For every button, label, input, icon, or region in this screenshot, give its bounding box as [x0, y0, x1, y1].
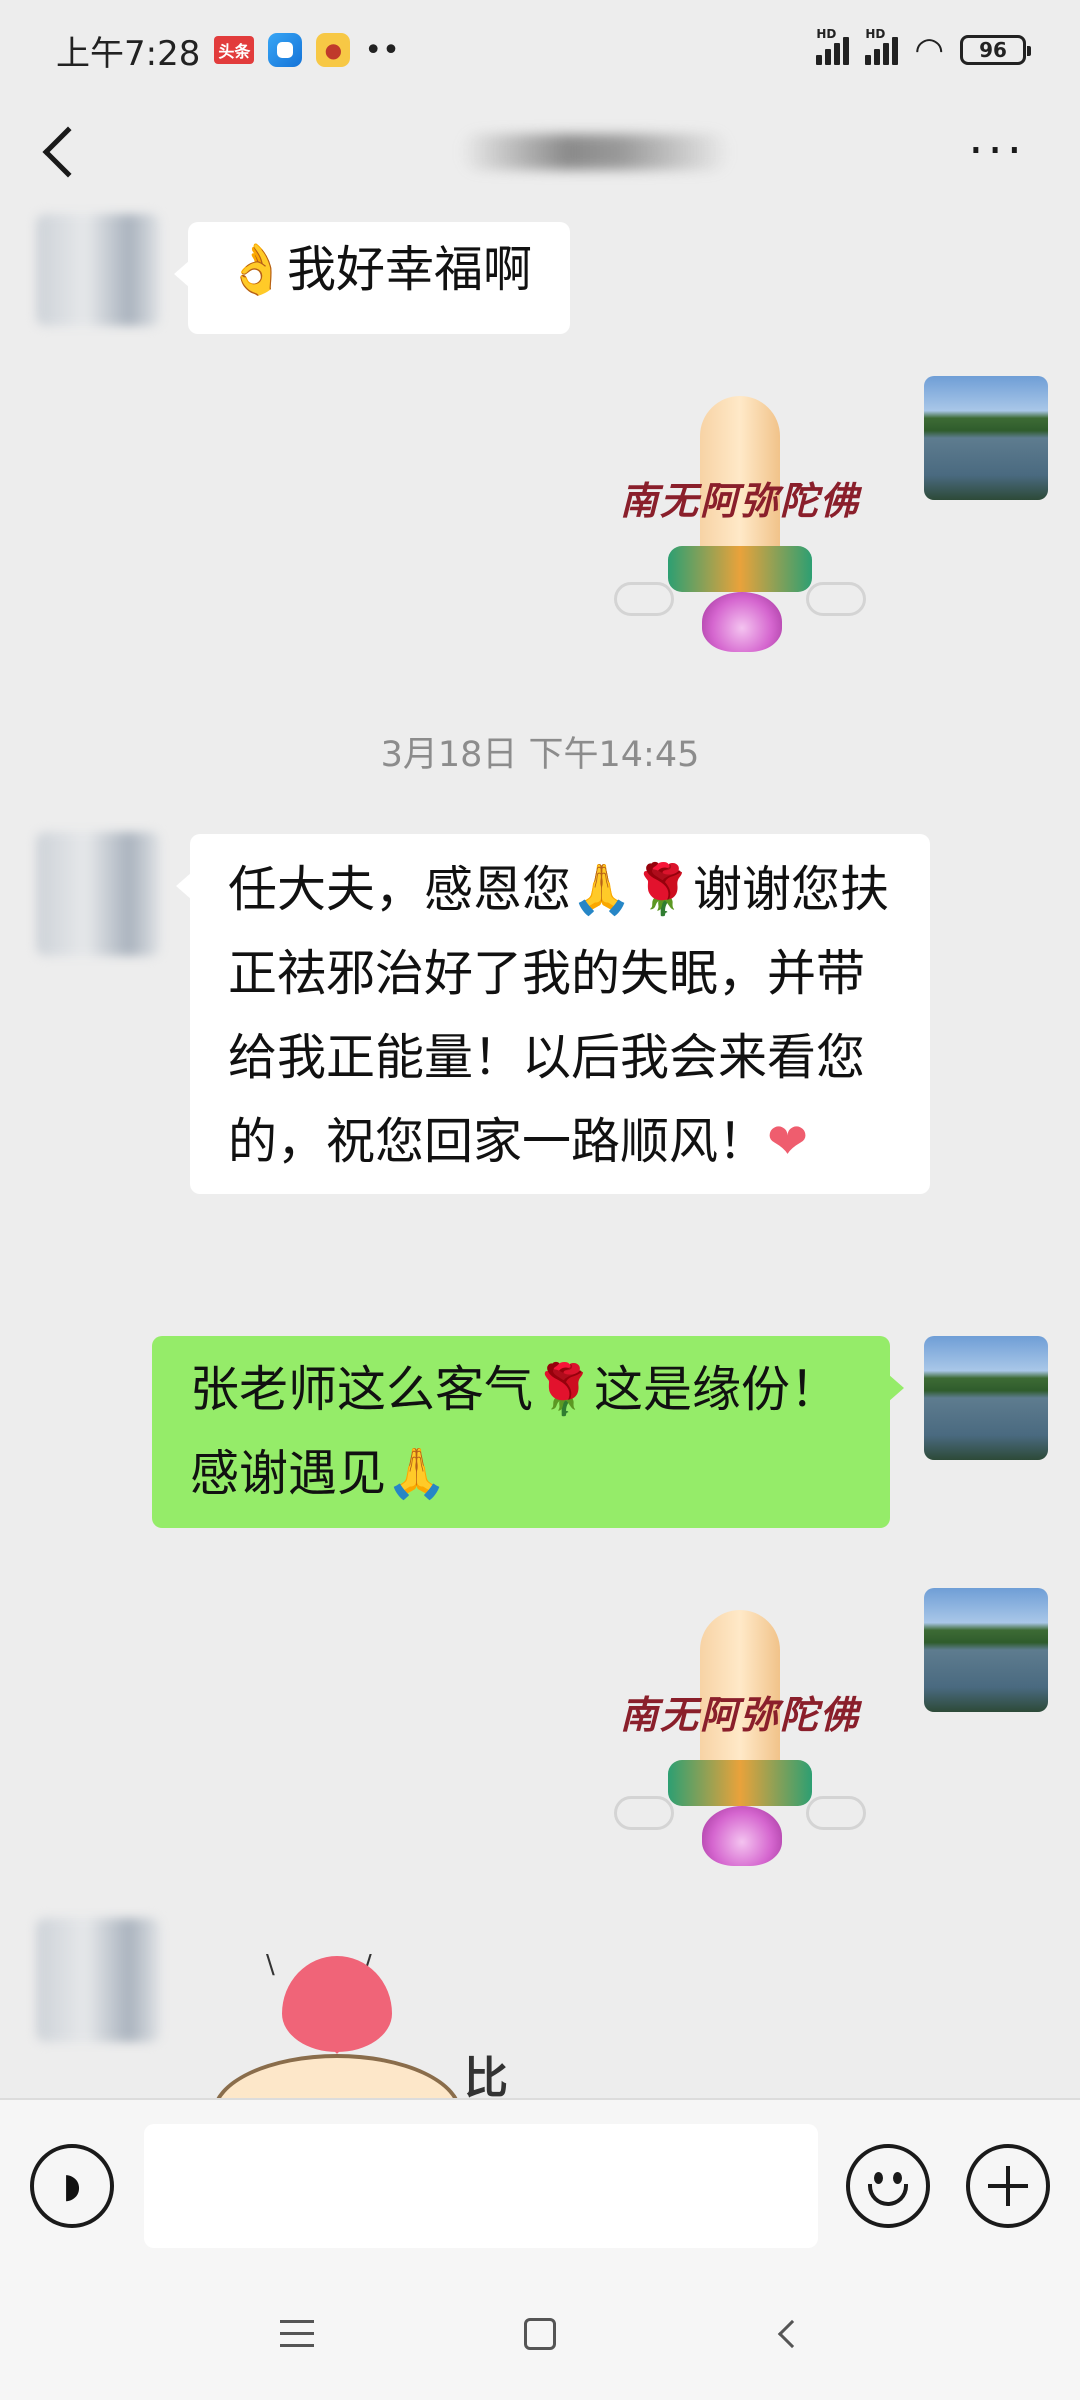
signal-icon: HD [816, 27, 850, 65]
nav-back-icon[interactable] [777, 2319, 807, 2349]
title-bar: ··· [0, 100, 1080, 204]
nav-home-icon[interactable] [524, 2318, 556, 2350]
chat-title-blurred [460, 134, 730, 170]
sticker-caption: 比 [464, 2053, 508, 2100]
heart-emoji: ❤ [767, 1113, 809, 1170]
wifi-icon: ◠ [914, 30, 944, 70]
pig-heart-sticker[interactable]: \ / 比 [196, 1930, 526, 2100]
pig-icon [212, 2054, 462, 2100]
avatar-self[interactable] [924, 1336, 1048, 1460]
message-bubble-outgoing[interactable]: 张老师这么客气🌹这是缘份！感谢遇见🙏 [152, 1336, 904, 1528]
prayer-sticker[interactable]: 南无阿弥陀佛 [610, 1600, 870, 1900]
avatar-self[interactable] [924, 376, 1048, 500]
message-input[interactable] [144, 2124, 818, 2248]
sleeves-decoration [668, 546, 812, 592]
lotus-icon [702, 592, 782, 652]
sleeves-decoration [668, 1760, 812, 1806]
more-icon[interactable]: ··· [968, 127, 1026, 175]
battery-level: 96 [979, 38, 1007, 62]
pray-emoji: 🙏 [386, 1445, 448, 1502]
avatar-contact[interactable] [36, 832, 160, 956]
cloud-icon [806, 582, 866, 616]
status-left: 上午7:28 头条 ● •• [56, 26, 400, 75]
status-right: HD HD ◠ 96 [816, 27, 1031, 70]
weibo-icon: ● [316, 33, 351, 67]
avatar-self[interactable] [924, 1588, 1048, 1712]
sticker-caption: 南无阿弥陀佛 [619, 478, 860, 523]
emoji-icon[interactable] [846, 2144, 930, 2228]
cloud-icon [614, 582, 674, 616]
avatar-contact[interactable] [36, 214, 160, 326]
app-notification-icon [268, 33, 303, 67]
rose-emoji: 🌹 [533, 1361, 595, 1418]
lotus-icon [702, 1806, 782, 1866]
prayer-sticker[interactable]: 南无阿弥陀佛 [610, 386, 870, 686]
input-bar: ◗ [0, 2098, 1080, 2276]
message-text: 我好幸福啊 [287, 241, 533, 298]
system-nav-bar [0, 2276, 1080, 2400]
rose-emoji: 🌹 [632, 861, 694, 918]
message-text: 任大夫，感恩您 [228, 861, 572, 918]
message-bubble-incoming[interactable]: 任大夫，感恩您🙏🌹谢谢您扶正祛邪治好了我的失眠，并带给我正能量！以后我会来看您的… [176, 834, 930, 1194]
toutiao-icon: 头条 [214, 36, 255, 64]
nav-menu-icon[interactable] [280, 2320, 314, 2348]
ok-hand-emoji: 👌 [226, 241, 288, 298]
status-bar: 上午7:28 头条 ● •• HD HD ◠ 96 [0, 0, 1080, 100]
more-notifications-icon: •• [364, 32, 400, 68]
status-time: 上午7:28 [56, 33, 201, 74]
battery-icon: 96 [960, 35, 1031, 65]
avatar-contact[interactable] [36, 1918, 160, 2042]
plus-icon[interactable] [966, 2144, 1050, 2228]
hd-label: HD [865, 27, 886, 41]
cloud-icon [614, 1796, 674, 1830]
cloud-icon [806, 1796, 866, 1830]
sticker-caption: 南无阿弥陀佛 [619, 1692, 860, 1737]
hd-label: HD [816, 27, 837, 41]
signal-icon: HD [865, 27, 899, 65]
message-bubble-incoming[interactable]: 👌我好幸福啊 [173, 222, 571, 334]
pray-emoji: 🙏 [571, 861, 633, 918]
message-text: 张老师这么客气 [190, 1361, 534, 1418]
voice-icon[interactable]: ◗ [30, 2144, 114, 2228]
back-icon[interactable] [42, 126, 94, 178]
timestamp: 3月18日 下午14:45 [380, 735, 700, 775]
